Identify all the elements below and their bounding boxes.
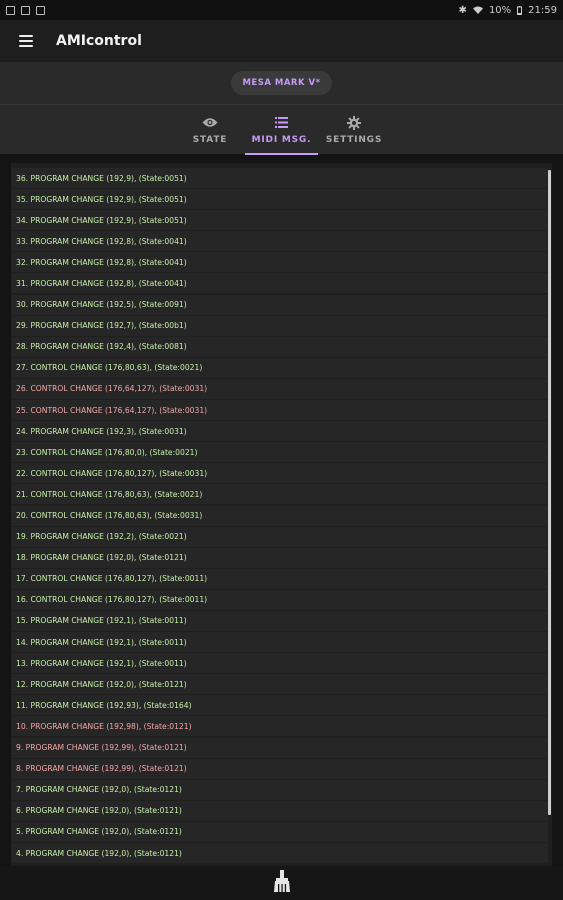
broom-icon[interactable] <box>273 870 291 896</box>
app-title: AMIcontrol <box>56 33 142 49</box>
midi-message-row[interactable]: 6. PROGRAM CHANGE (192,0), (State:0121) <box>11 800 548 821</box>
status-notifications <box>6 5 45 15</box>
midi-message-row[interactable]: 24. PROGRAM CHANGE (192,3), (State:0031) <box>11 421 548 442</box>
tab-midi-msg-label: MIDI MSG. <box>251 134 312 145</box>
midi-message-row[interactable]: 10. PROGRAM CHANGE (192,98), (State:0121… <box>11 716 548 737</box>
midi-message-row[interactable]: 5. PROGRAM CHANGE (192,0), (State:0121) <box>11 821 548 842</box>
midi-message-row[interactable]: 17. CONTROL CHANGE (176,80,127), (State:… <box>11 568 548 589</box>
midi-message-row[interactable]: 23. CONTROL CHANGE (176,80,0), (State:00… <box>11 442 548 463</box>
midi-message-row[interactable]: 31. PROGRAM CHANGE (192,8), (State:0041) <box>11 273 548 294</box>
midi-message-row[interactable]: 36. PROGRAM CHANGE (192,9), (State:0051) <box>11 168 548 188</box>
sd-card-notification-icon <box>21 5 30 15</box>
midi-message-row[interactable]: 11. PROGRAM CHANGE (192,93), (State:0164… <box>11 695 548 716</box>
status-bar: ✱ 10% 21:59 <box>0 0 563 20</box>
midi-message-row[interactable]: 35. PROGRAM CHANGE (192,9), (State:0051) <box>11 189 548 210</box>
midi-message-row[interactable]: 21. CONTROL CHANGE (176,80,63), (State:0… <box>11 484 548 505</box>
tab-state-label: STATE <box>192 134 228 145</box>
app-bar: AMIcontrol <box>0 20 563 62</box>
battery-icon <box>517 5 523 15</box>
midi-message-row[interactable]: 18. PROGRAM CHANGE (192,0), (State:0121) <box>11 547 548 568</box>
active-tab-indicator <box>245 153 318 155</box>
midi-message-list[interactable]: 36. PROGRAM CHANGE (192,9), (State:0051)… <box>11 163 552 866</box>
wifi-icon <box>472 6 483 14</box>
midi-message-row[interactable]: 14. PROGRAM CHANGE (192,1), (State:0011) <box>11 632 548 653</box>
midi-message-row[interactable]: 34. PROGRAM CHANGE (192,9), (State:0051) <box>11 210 548 231</box>
gear-icon <box>347 115 361 130</box>
midi-message-row[interactable]: 16. CONTROL CHANGE (176,80,127), (State:… <box>11 589 548 610</box>
tab-settings[interactable]: SETTINGS <box>323 105 385 155</box>
midi-message-row[interactable]: 12. PROGRAM CHANGE (192,0), (State:0121) <box>11 674 548 695</box>
midi-message-row[interactable]: 28. PROGRAM CHANGE (192,4), (State:0081) <box>11 336 548 357</box>
midi-message-row[interactable]: 19. PROGRAM CHANGE (192,2), (State:0021) <box>11 526 548 547</box>
download-notification-icon <box>36 5 45 15</box>
midi-message-row[interactable]: 25. CONTROL CHANGE (176,64,127), (State:… <box>11 400 548 421</box>
midi-message-row[interactable]: 7. PROGRAM CHANGE (192,0), (State:0121) <box>11 779 548 800</box>
midi-message-row[interactable]: 8. PROGRAM CHANGE (192,99), (State:0121) <box>11 758 548 779</box>
eye-icon <box>202 116 218 130</box>
midi-message-row[interactable]: 13. PROGRAM CHANGE (192,1), (State:0011) <box>11 653 548 674</box>
midi-message-row[interactable]: 32. PROGRAM CHANGE (192,8), (State:0041) <box>11 252 548 273</box>
device-chip[interactable]: MESA MARK V* <box>231 71 332 95</box>
bottom-action-bar <box>0 866 563 900</box>
tab-state[interactable]: STATE <box>182 105 238 155</box>
midi-message-row[interactable]: 22. CONTROL CHANGE (176,80,127), (State:… <box>11 463 548 484</box>
hamburger-menu-icon[interactable] <box>19 35 33 47</box>
tab-midi-msg[interactable]: MIDI MSG. <box>245 105 318 155</box>
midi-message-row[interactable]: 33. PROGRAM CHANGE (192,8), (State:0041) <box>11 231 548 252</box>
clock: 21:59 <box>528 4 557 16</box>
bluetooth-icon: ✱ <box>458 4 467 16</box>
device-selector-row: MESA MARK V* <box>0 62 563 104</box>
midi-message-row[interactable]: 20. CONTROL CHANGE (176,80,63), (State:0… <box>11 505 548 526</box>
list-icon <box>275 116 288 130</box>
midi-message-row[interactable]: 27. CONTROL CHANGE (176,80,63), (State:0… <box>11 357 548 378</box>
tab-settings-label: SETTINGS <box>325 134 383 145</box>
midi-message-row[interactable]: 9. PROGRAM CHANGE (192,99), (State:0121) <box>11 737 548 758</box>
battery-percentage: 10% <box>488 4 512 16</box>
gallery-notification-icon <box>6 5 15 15</box>
midi-message-row[interactable]: 30. PROGRAM CHANGE (192,5), (State:0091) <box>11 294 548 315</box>
midi-message-row[interactable]: 4. PROGRAM CHANGE (192,0), (State:0121) <box>11 843 548 863</box>
status-system: ✱ 10% 21:59 <box>459 5 557 16</box>
list-scrollbar[interactable] <box>548 170 551 815</box>
midi-message-row[interactable]: 15. PROGRAM CHANGE (192,1), (State:0011) <box>11 610 548 631</box>
midi-message-row[interactable]: 29. PROGRAM CHANGE (192,7), (State:00b1) <box>11 315 548 336</box>
tab-bar: STATE MIDI MSG. SETTINGS <box>0 104 563 155</box>
midi-message-row[interactable]: 26. CONTROL CHANGE (176,64,127), (State:… <box>11 378 548 399</box>
